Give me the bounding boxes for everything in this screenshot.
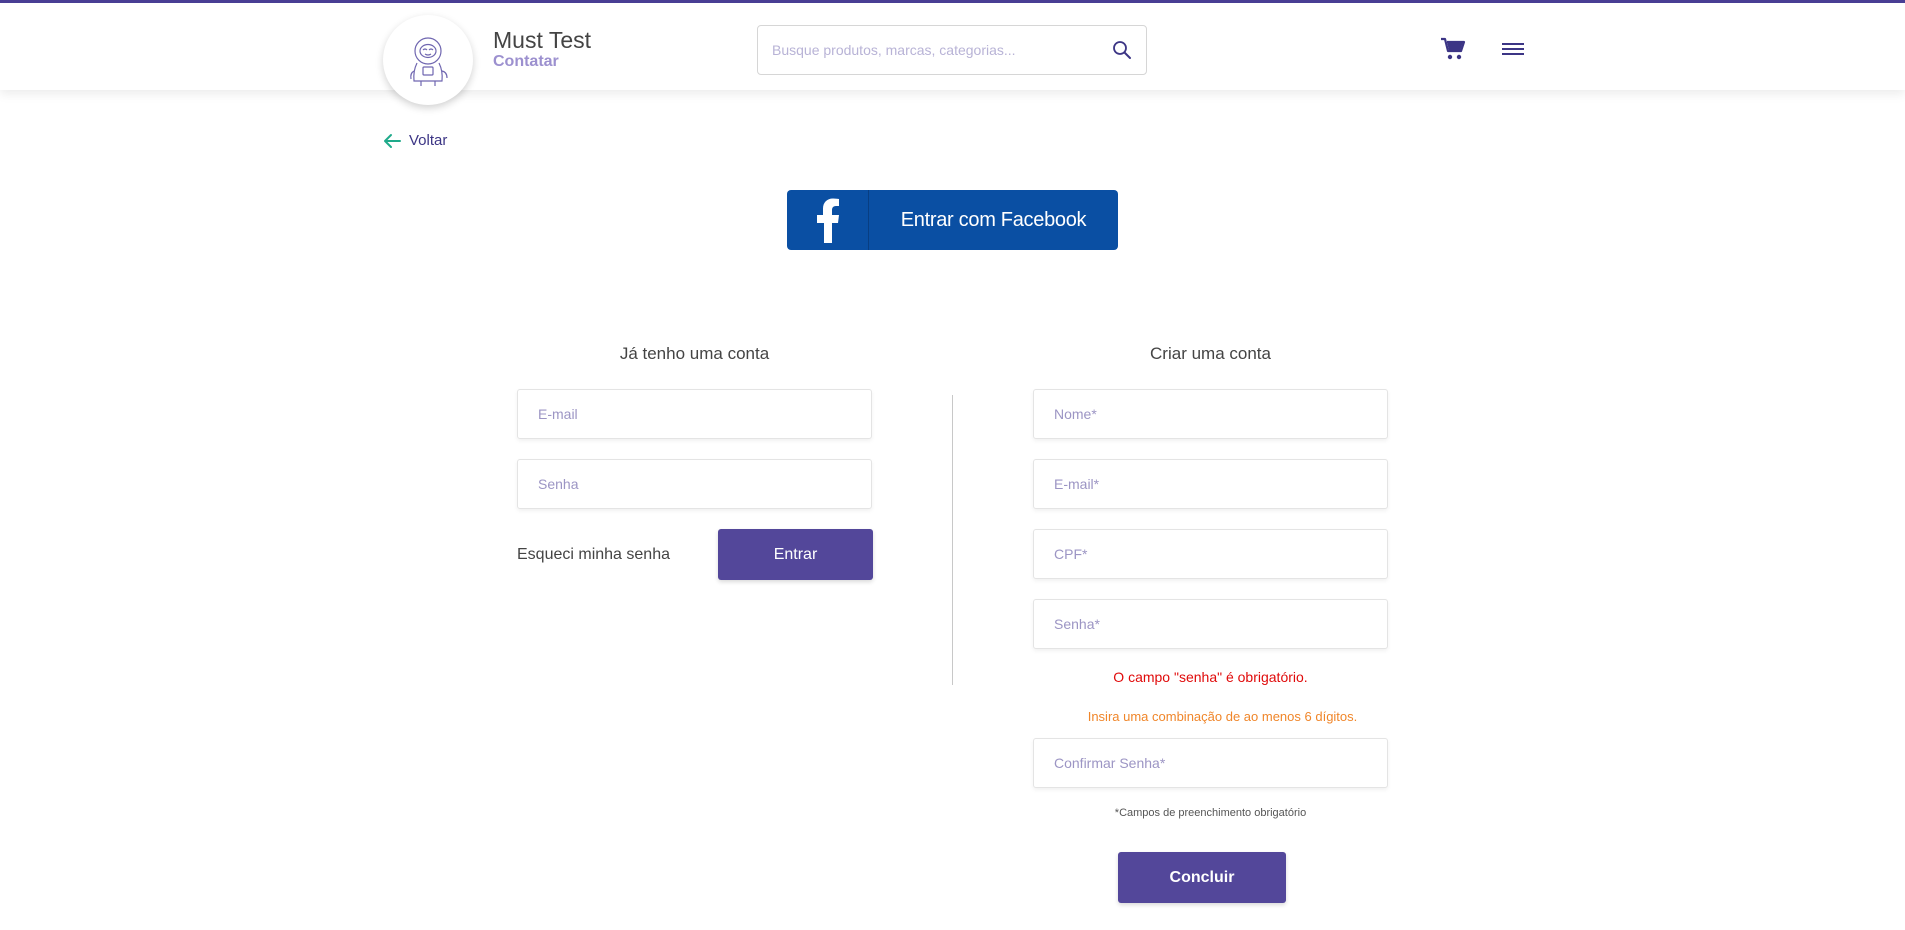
brand-block[interactable]: Must Test Contatar [493, 27, 591, 71]
cart-button[interactable] [1440, 37, 1466, 63]
register-cpf-field [1033, 529, 1388, 579]
register-title: Criar uma conta [1150, 344, 1271, 363]
search-button[interactable] [1112, 40, 1134, 62]
register-submit-button[interactable]: Concluir [1118, 852, 1286, 903]
required-fields-note: *Campos de preenchimento obrigatório [1114, 807, 1307, 819]
facebook-login-button[interactable]: Entrar com Facebook [787, 190, 1118, 250]
login-password-field [517, 459, 872, 509]
register-password-input[interactable] [1034, 600, 1387, 648]
astronaut-icon [410, 37, 448, 86]
register-email-input[interactable] [1034, 460, 1387, 508]
search-box [757, 25, 1147, 75]
login-password-input[interactable] [518, 460, 871, 508]
column-divider [952, 395, 953, 685]
register-password-field [1033, 599, 1388, 649]
brand-name: Must Test [493, 27, 591, 53]
password-error-message: O campo "senha" é obrigatório. [1113, 669, 1308, 685]
store-logo[interactable] [383, 15, 473, 105]
login-email-input[interactable] [518, 390, 871, 438]
contact-link[interactable]: Contatar [493, 53, 591, 71]
menu-button[interactable] [1502, 41, 1524, 57]
login-button[interactable]: Entrar [718, 529, 873, 580]
search-input[interactable] [772, 26, 1092, 74]
facebook-login-label: Entrar com Facebook [900, 208, 1087, 231]
arrow-left-icon [384, 133, 401, 148]
cart-icon [1441, 37, 1466, 60]
facebook-icon [787, 190, 869, 250]
register-confirm-password-field [1033, 738, 1388, 788]
back-label: Voltar [409, 132, 448, 149]
register-confirm-password-input[interactable] [1034, 739, 1387, 787]
login-email-field [517, 389, 872, 439]
register-name-input[interactable] [1034, 390, 1387, 438]
register-cpf-input[interactable] [1034, 530, 1387, 578]
register-name-field [1033, 389, 1388, 439]
register-email-field [1033, 459, 1388, 509]
back-link[interactable]: Voltar [383, 132, 447, 149]
search-icon [1113, 41, 1131, 59]
site-header: Must Test Contatar [0, 3, 1905, 105]
hamburger-menu-icon [1502, 43, 1524, 55]
login-title: Já tenho uma conta [619, 344, 770, 363]
forgot-password-link[interactable]: Esqueci minha senha [517, 546, 670, 564]
password-hint-message: Insira uma combinação de ao menos 6 dígi… [1087, 709, 1358, 724]
